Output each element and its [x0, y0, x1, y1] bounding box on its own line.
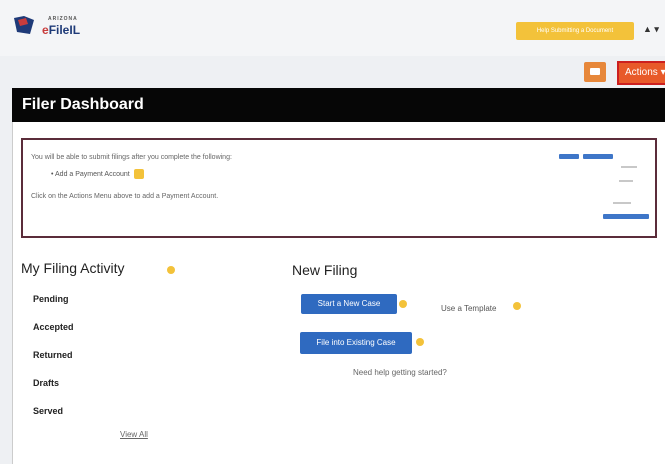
mini-action-button[interactable]	[583, 154, 613, 159]
dashboard-panel: You will be able to submit filings after…	[12, 122, 665, 464]
status-accepted[interactable]: Accepted	[33, 322, 74, 332]
mini-note	[613, 202, 631, 204]
view-all-link[interactable]: View All	[120, 430, 148, 439]
new-filing-title: New Filing	[292, 262, 358, 278]
dashboard-title-bar: Filer Dashboard	[12, 88, 665, 122]
info-icon[interactable]	[133, 169, 144, 179]
filing-activity-title: My Filing Activity	[21, 260, 125, 276]
mini-action-button[interactable]	[559, 154, 579, 159]
use-template-link[interactable]: Use a Template	[441, 304, 496, 313]
notice-line-1: You will be able to submit filings after…	[31, 154, 232, 161]
help-banner-button[interactable]: Help Submitting a Document	[516, 22, 634, 40]
top-header: ARIZONA eFileIL Help Submitting a Docume…	[0, 0, 665, 56]
efile-logo[interactable]: ARIZONA eFileIL	[12, 14, 92, 40]
status-pending[interactable]: Pending	[33, 294, 69, 304]
help-icon[interactable]	[416, 338, 424, 346]
page-title: Filer Dashboard	[22, 96, 144, 113]
status-drafts[interactable]: Drafts	[33, 378, 59, 388]
notice-line-2: • Add a Payment Account	[51, 169, 144, 179]
actions-menu-button[interactable]: Actions ▾	[617, 61, 665, 85]
notice-line-3: Click on the Actions Menu above to add a…	[31, 193, 219, 200]
logo-icon	[14, 16, 34, 34]
status-returned[interactable]: Returned	[33, 350, 73, 360]
help-icon[interactable]	[513, 302, 521, 310]
help-icon[interactable]	[399, 300, 407, 308]
start-new-case-button[interactable]: Start a New Case	[301, 294, 397, 314]
mini-action-button[interactable]	[603, 214, 649, 219]
help-getting-started-link[interactable]: Need help getting started?	[353, 368, 447, 377]
status-served[interactable]: Served	[33, 406, 63, 416]
mini-note	[619, 180, 633, 182]
payment-notice: You will be able to submit filings after…	[21, 138, 657, 238]
logo-name: eFileIL	[42, 23, 81, 37]
message-button[interactable]	[584, 62, 606, 82]
message-icon	[590, 68, 600, 75]
help-icon[interactable]	[167, 266, 175, 274]
file-into-existing-case-button[interactable]: File into Existing Case	[300, 332, 412, 354]
mini-note	[621, 166, 637, 168]
user-menu[interactable]: ▲ ▾	[643, 24, 659, 35]
logo-state-text: ARIZONA	[48, 16, 78, 22]
